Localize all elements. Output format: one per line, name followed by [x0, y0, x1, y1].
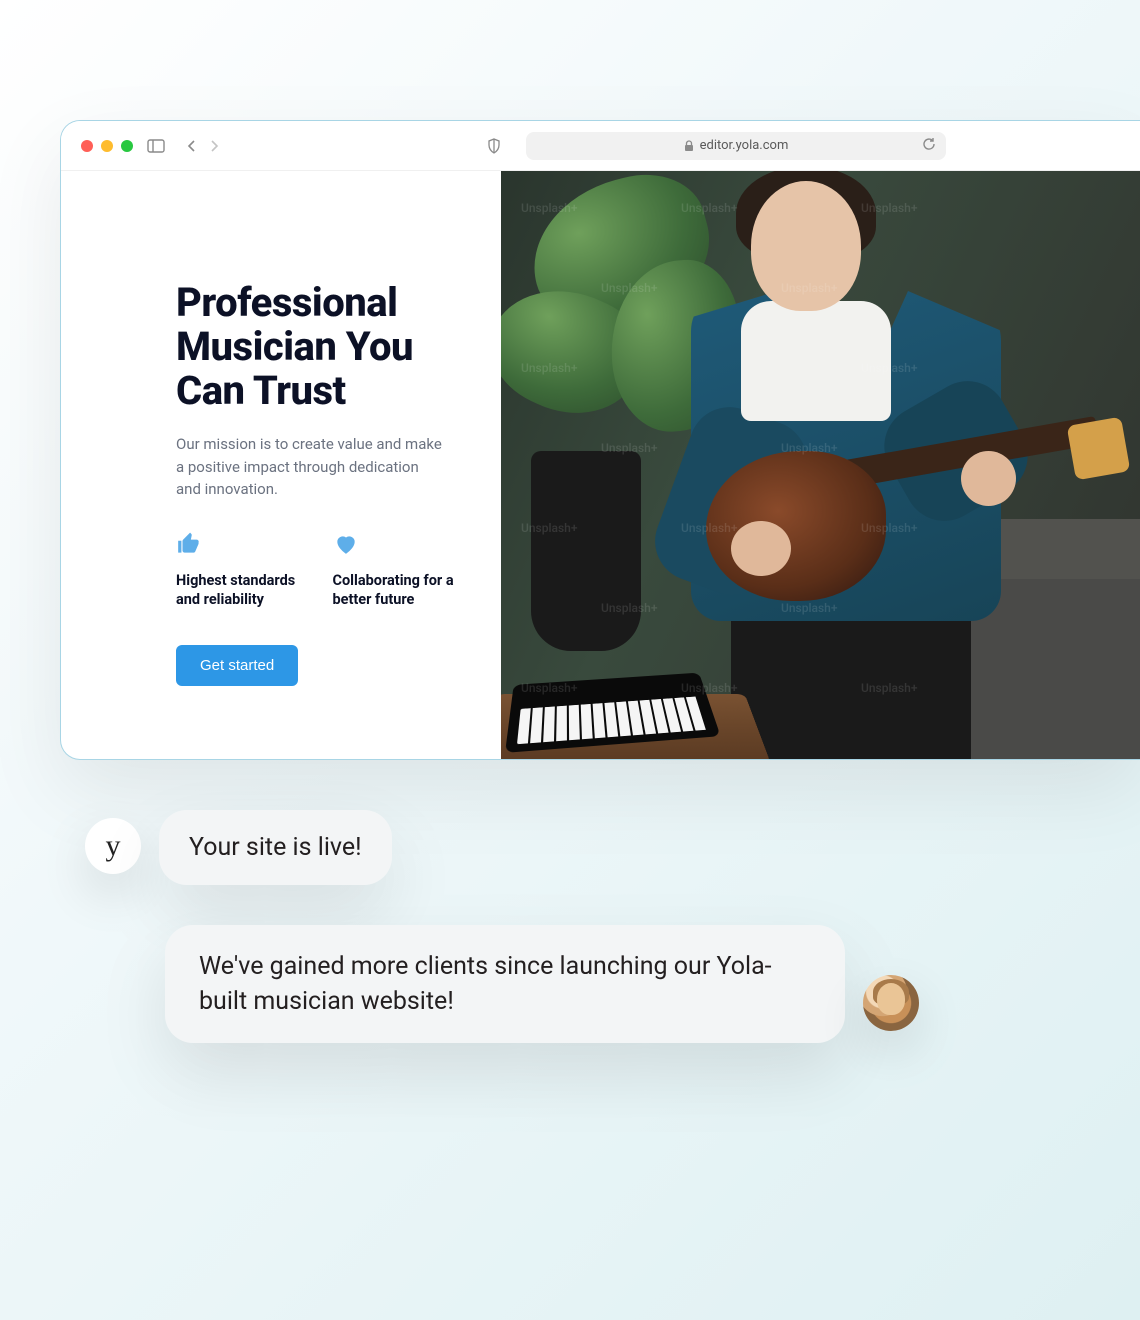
chat-message: We've gained more clients since launchin…: [165, 925, 1080, 1043]
chat-bubble: We've gained more clients since launchin…: [165, 925, 845, 1043]
lock-icon: [684, 140, 694, 152]
address-bar[interactable]: editor.yola.com: [526, 132, 946, 160]
chat-bubble: Your site is live!: [159, 810, 392, 885]
browser-window: editor.yola.com Professional Musician Yo…: [60, 120, 1140, 760]
heart-icon: [333, 531, 462, 553]
feature-list: Highest standards and reliability Collab…: [176, 531, 461, 610]
sender-avatar: y: [85, 818, 141, 874]
chat-message: y Your site is live!: [85, 810, 1080, 885]
back-icon[interactable]: [187, 139, 197, 153]
feature-item: Highest standards and reliability: [176, 531, 305, 610]
watermark-text: Unsplash+: [521, 201, 577, 215]
close-window-button[interactable]: [81, 140, 93, 152]
browser-titlebar: editor.yola.com: [61, 121, 1140, 171]
privacy-shield-icon[interactable]: [486, 138, 502, 154]
avatar-letter: y: [106, 829, 121, 863]
reload-icon[interactable]: [922, 137, 936, 155]
feature-text: Highest standards and reliability: [176, 571, 305, 610]
forward-icon[interactable]: [209, 139, 219, 153]
sidebar-toggle-icon[interactable]: [147, 139, 165, 153]
hero-subtitle: Our mission is to create value and make …: [176, 433, 446, 501]
fullscreen-window-button[interactable]: [121, 140, 133, 152]
feature-item: Collaborating for a better future: [333, 531, 462, 610]
minimize-window-button[interactable]: [101, 140, 113, 152]
hero-section: Professional Musician You Can Trust Our …: [61, 171, 501, 759]
get-started-button[interactable]: Get started: [176, 645, 298, 686]
feature-text: Collaborating for a better future: [333, 571, 462, 610]
window-controls: [81, 140, 133, 152]
url-text: editor.yola.com: [700, 138, 789, 153]
page-body: Professional Musician You Can Trust Our …: [61, 171, 1140, 759]
thumbs-up-icon: [176, 531, 305, 553]
user-avatar: [863, 975, 919, 1031]
chat-area: y Your site is live! We've gained more c…: [85, 810, 1080, 1083]
hero-image: Unsplash+ Unsplash+ Unsplash+ Unsplash+ …: [501, 171, 1140, 759]
hero-title: Professional Musician You Can Trust: [176, 281, 461, 413]
